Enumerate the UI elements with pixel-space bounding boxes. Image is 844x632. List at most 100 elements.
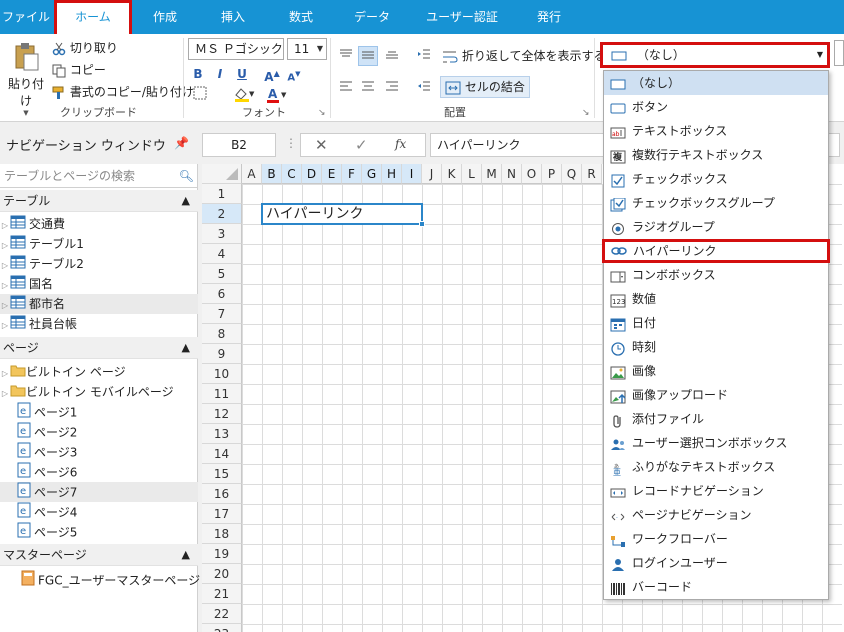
row-header[interactable]: 5 <box>202 264 242 284</box>
cell-type-option[interactable]: チェックボックスグループ <box>604 191 828 215</box>
column-header[interactable]: A <box>242 164 262 184</box>
underline-button[interactable]: U <box>232 64 252 84</box>
column-header[interactable]: B <box>262 164 282 184</box>
cell-type-option[interactable]: ユーザー選択コンボボックス <box>604 431 828 455</box>
tab-create[interactable]: 作成 <box>140 0 190 34</box>
row-header[interactable]: 16 <box>202 484 242 504</box>
fill-color-button[interactable]: ▼ <box>230 86 258 106</box>
column-header[interactable]: I <box>402 164 422 184</box>
table-item[interactable]: ▷ テーブル1 <box>0 234 198 254</box>
align-middle-button[interactable] <box>358 46 378 66</box>
wrap-text-button[interactable]: 折り返して全体を表示する <box>442 46 605 66</box>
column-header[interactable]: L <box>462 164 482 184</box>
row-header[interactable]: 15 <box>202 464 242 484</box>
align-left-button[interactable] <box>336 78 356 98</box>
row-header[interactable]: 4 <box>202 244 242 264</box>
merge-cells-button[interactable]: セルの結合 <box>440 76 530 98</box>
expand-icon[interactable]: ▷ <box>0 316 10 336</box>
column-header[interactable]: Q <box>562 164 582 184</box>
italic-button[interactable]: I <box>210 64 230 84</box>
nav-search-input[interactable]: テーブルとページの検索 🔍︎ <box>0 164 198 188</box>
expand-icon[interactable]: ▷ <box>0 256 10 276</box>
row-header[interactable]: 21 <box>202 584 242 604</box>
cell-type-option[interactable]: レコードナビゲーション <box>604 479 828 503</box>
column-header[interactable]: N <box>502 164 522 184</box>
cell-type-option[interactable]: · ページナビゲーション <box>604 503 828 527</box>
tab-insert[interactable]: 挿入 <box>208 0 258 34</box>
paste-dropdown-icon[interactable]: ▼ <box>6 109 46 117</box>
pin-icon[interactable]: 📌 <box>174 136 189 150</box>
expand-icon[interactable]: ▷ <box>0 364 10 384</box>
cell-type-option[interactable]: 123 数値 <box>604 287 828 311</box>
page-folder-item[interactable]: ▷ ビルトイン モバイルページ <box>0 382 198 402</box>
bold-button[interactable]: B <box>188 64 208 84</box>
paste-button[interactable]: 貼り付け ▼ <box>6 42 46 117</box>
cell-type-option[interactable]: 日付 <box>604 311 828 335</box>
outdent-button[interactable] <box>414 78 434 98</box>
cancel-icon[interactable]: ✕ <box>315 136 328 154</box>
column-header[interactable]: C <box>282 164 302 184</box>
row-header[interactable]: 18 <box>202 524 242 544</box>
column-header[interactable]: J <box>422 164 442 184</box>
page-item[interactable]: e ページ2 <box>0 422 198 442</box>
page-item[interactable]: e ページ3 <box>0 442 198 462</box>
copy-button[interactable]: コピー <box>52 60 106 80</box>
expand-icon[interactable]: ▷ <box>0 236 10 256</box>
selected-cell-b2[interactable]: ハイパーリンク <box>261 203 423 225</box>
cell-type-option[interactable]: バーコード <box>604 575 828 599</box>
row-header[interactable]: 19 <box>202 544 242 564</box>
row-header[interactable]: 10 <box>202 364 242 384</box>
cell-type-option[interactable]: コンボボックス <box>604 263 828 287</box>
tab-home[interactable]: ホーム <box>54 0 132 34</box>
search-icon[interactable]: 🔍︎ <box>179 164 194 188</box>
expand-icon[interactable]: ▷ <box>0 276 10 296</box>
column-header[interactable]: R <box>582 164 602 184</box>
cell-type-option[interactable]: 画像アップロード <box>604 383 828 407</box>
font-name-combo[interactable]: ＭＳ Ｐゴシック <box>188 38 284 60</box>
row-header[interactable]: 20 <box>202 564 242 584</box>
row-header[interactable]: 17 <box>202 504 242 524</box>
name-box[interactable]: B2 <box>202 133 276 157</box>
column-header[interactable]: P <box>542 164 562 184</box>
font-color-button[interactable]: A ▼ <box>262 86 290 106</box>
row-header[interactable]: 1 <box>202 184 242 204</box>
pages-section-header[interactable]: ページ ▲ <box>0 337 198 359</box>
cell-type-option[interactable]: チェックボックス <box>604 167 828 191</box>
cell-type-option[interactable]: 複複数行テキストボックス <box>604 143 828 167</box>
table-item[interactable]: ▷ テーブル2 <box>0 254 198 274</box>
format-painter-button[interactable]: 書式のコピー/貼り付け <box>52 82 194 102</box>
cell-type-combo[interactable]: （なし） ▼ <box>600 42 830 68</box>
check-icon[interactable]: ✓ <box>355 136 368 154</box>
column-header[interactable]: D <box>302 164 322 184</box>
page-item[interactable]: e ページ4 <box>0 502 198 522</box>
grow-font-button[interactable]: A▲ <box>262 64 282 84</box>
page-item[interactable]: e ページ1 <box>0 402 198 422</box>
tab-formula[interactable]: 数式 <box>276 0 326 34</box>
table-item[interactable]: ▷ 国名 <box>0 274 198 294</box>
page-folder-item[interactable]: ▷ ビルトイン ページ <box>0 362 198 382</box>
page-item[interactable]: e ページ6 <box>0 462 198 482</box>
cell-type-option[interactable]: ワークフローバー <box>604 527 828 551</box>
align-bottom-button[interactable] <box>382 46 402 66</box>
cell-type-option[interactable]: 時刻 <box>604 335 828 359</box>
cell-type-option[interactable]: 画像 <box>604 359 828 383</box>
font-size-combo[interactable]: 11 ▼ <box>287 38 327 60</box>
row-header[interactable]: 9 <box>202 344 242 364</box>
master-pages-section-header[interactable]: マスターページ ▲ <box>0 544 198 566</box>
tab-file[interactable]: ファイル <box>0 0 52 34</box>
column-header[interactable]: E <box>322 164 342 184</box>
column-header[interactable]: M <box>482 164 502 184</box>
column-header[interactable]: H <box>382 164 402 184</box>
column-header[interactable]: O <box>522 164 542 184</box>
collapse-icon[interactable]: ▲ <box>182 190 190 212</box>
collapse-icon[interactable]: ▲ <box>182 544 190 566</box>
cell-type-option[interactable]: ハイパーリンク <box>602 239 830 263</box>
table-item[interactable]: ▷ 社員台帳 <box>0 314 198 334</box>
row-header[interactable]: 12 <box>202 404 242 424</box>
cell-type-option[interactable]: ラジオグループ <box>604 215 828 239</box>
expand-icon[interactable]: ▷ <box>0 296 10 316</box>
row-header[interactable]: 22 <box>202 604 242 624</box>
indent-button[interactable] <box>414 46 434 66</box>
align-top-button[interactable] <box>336 46 356 66</box>
column-header[interactable]: F <box>342 164 362 184</box>
